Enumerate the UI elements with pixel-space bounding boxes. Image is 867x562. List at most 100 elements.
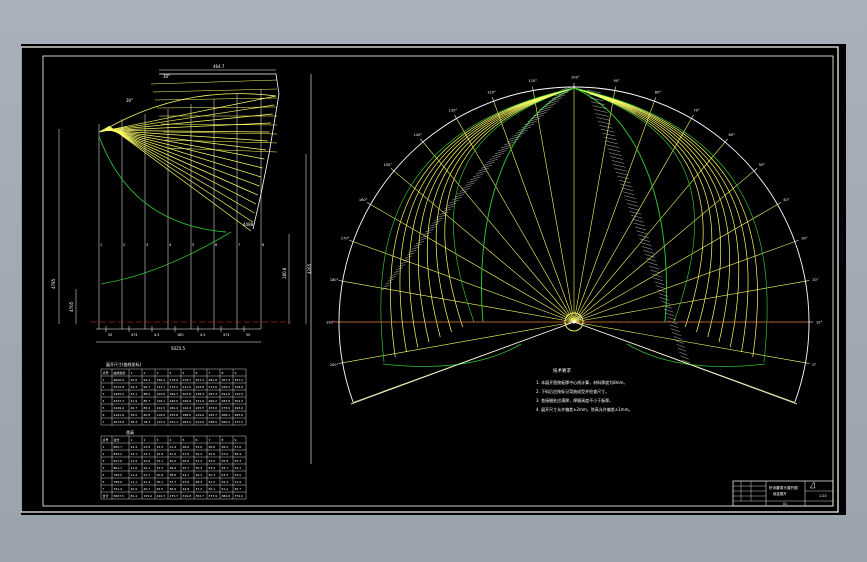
table-cell: 5 [103, 406, 105, 410]
right-hatch-line [615, 172, 629, 176]
right-radial-line [573, 321, 806, 364]
right-tick-mark [532, 86, 534, 91]
table-cell: 52.5 [196, 452, 203, 456]
table-cell: 327.2 [235, 378, 244, 382]
table-cell: 47.2 [196, 487, 203, 491]
table-cell: 57.0 [222, 452, 229, 456]
table-cell: 合计 [103, 493, 109, 498]
table-cell: 21.7 [144, 473, 151, 477]
table-cell: 293.9 [235, 406, 244, 410]
right-hatch-line [640, 242, 652, 246]
cad-viewport[interactable]: 464.7 30° 30° 4785 4705 180.8 4265 4488 … [21, 44, 846, 515]
table-header-cell: 1 [131, 371, 133, 375]
left-side-dim-2: 4705 [69, 301, 74, 312]
table-cell: 219.0 [196, 413, 205, 417]
table1: 点号 曲线坐标 1 2 3 4 5 6 7 8 9 1 4600.6 45.6 93.2 136.4 178.9… [100, 368, 247, 426]
table-cell: 44.3 [131, 385, 138, 389]
right-hatch-line [665, 312, 675, 317]
right-hatch-line [613, 164, 626, 168]
table-cell: 801.1 [114, 466, 123, 470]
table-cell: 56.8 [209, 445, 216, 449]
note-3: 3. 各接缝处应满焊，焊缝高度不小于板厚。 [536, 397, 613, 403]
right-radial-line [532, 90, 575, 323]
left-top-line [152, 88, 278, 93]
left-fan-line [108, 126, 253, 223]
right-hatch-line [400, 261, 408, 265]
table-cell: 188.6 [183, 413, 192, 417]
right-radial-line [456, 118, 575, 323]
table-cell: 33.5 [157, 445, 164, 449]
table-header-cell: 8 [222, 438, 224, 442]
right-tick-mark [691, 114, 694, 119]
right-radial-line [422, 141, 575, 323]
table-cell: 751.4 [114, 487, 123, 491]
table-cell: 307.3 [222, 378, 231, 382]
left-top-dim: 464.7 [213, 64, 225, 69]
table-header-cell: 5 [183, 438, 185, 442]
table-cell: 155.8 [170, 413, 179, 417]
right-hatch-line [506, 138, 519, 143]
right-hatch-line [595, 113, 609, 117]
left-station-numbers: 1 2 3 4 5 6 7 8 [100, 243, 264, 247]
table-cell: 281.8 [209, 378, 218, 382]
table-cell: 3 [103, 459, 105, 463]
right-angle-label: 100° [571, 76, 580, 80]
table-cell: 12.4 [131, 445, 138, 449]
right-hatch-line [643, 250, 654, 254]
title-logo-icon [809, 481, 816, 489]
table-cell: 38.3 [131, 420, 138, 424]
table-cell: 47.6 [183, 452, 190, 456]
right-hatch-line [478, 167, 490, 172]
right-hatch-line [422, 232, 432, 236]
right-tick-mark [390, 168, 395, 172]
table-cell: 299.5 [222, 385, 231, 389]
table-cell: 275.9 [222, 406, 231, 410]
table-cell: 10.9 [131, 487, 138, 491]
left-top-line [150, 79, 278, 85]
table-cell: 30.8 [157, 473, 164, 477]
right-angle-label: 190° [326, 321, 335, 325]
cad-drawing: 464.7 30° 30° 4785 4705 180.8 4265 4488 … [21, 46, 839, 513]
right-hatch-line [464, 182, 476, 186]
right-hatch-line [495, 150, 507, 154]
right-hatch-line [673, 336, 683, 340]
right-tick-mark [366, 202, 371, 205]
table-cell: 22.6 [144, 459, 151, 463]
right-hatch-line [407, 252, 415, 256]
table-cell: 85.7 [144, 399, 151, 403]
right-right-lobe-curve [573, 87, 722, 338]
right-hatch-line [404, 255, 413, 259]
table-cell: 54.1 [235, 466, 242, 470]
right-hatch-line [432, 220, 442, 224]
right-hatch-line [629, 211, 642, 215]
table-cell: 5607.5 [114, 494, 125, 498]
table-cell: 151.1 [170, 420, 179, 424]
table-cell: 29.5 [157, 487, 164, 491]
left-station-number: 6 [215, 243, 217, 247]
table-cell: 50.7 [235, 487, 242, 491]
left-fan-line [103, 128, 265, 160]
right-hatch-line [492, 153, 504, 157]
table-cell: 51.2 [209, 480, 216, 484]
table-cell: 11.1 [131, 480, 138, 484]
table-header-cell: 9 [235, 438, 237, 442]
table-cell: 115.4 [157, 420, 166, 424]
right-hatch-line [542, 103, 557, 108]
table-cell: 291.6 [222, 392, 231, 396]
table-cell: 90.7 [144, 385, 151, 389]
left-tick-label: 180 [177, 333, 183, 337]
table-header-cell: 8 [222, 371, 224, 375]
table-cell: 22.1 [144, 466, 151, 470]
left-top-line [160, 123, 278, 126]
table-cell: 136.4 [157, 378, 166, 382]
table-cell: 178.9 [170, 378, 179, 382]
table-cell: 267.4 [209, 392, 218, 396]
table-header-cell: 4 [170, 371, 172, 375]
right-hatch-line [633, 222, 645, 227]
right-hatch-line [608, 152, 622, 156]
table-cell: 44.7 [183, 473, 190, 477]
table-cell: 50.4 [196, 466, 203, 470]
right-angle-label: 130° [449, 108, 458, 112]
table-cell: 57.6 [235, 445, 242, 449]
right-angle-label: 0° [812, 363, 816, 367]
